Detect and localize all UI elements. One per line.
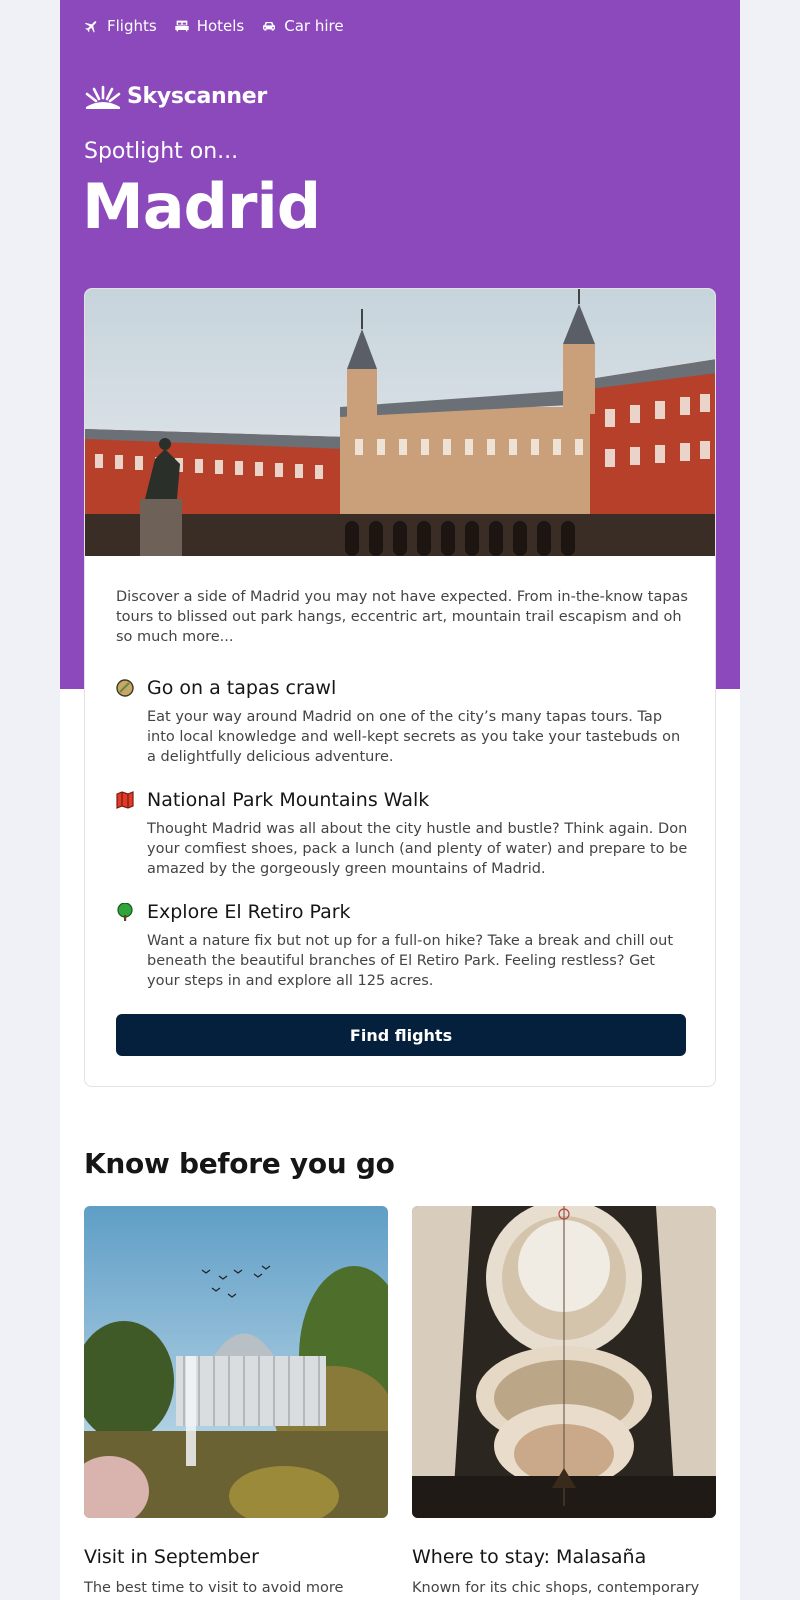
car-icon bbox=[263, 22, 276, 31]
top-nav: Flights Hotels Car hire bbox=[84, 17, 344, 35]
map-icon bbox=[116, 791, 134, 809]
hero-city-title: Madrid bbox=[82, 170, 321, 243]
list-item-title: Explore El Retiro Park bbox=[147, 901, 351, 923]
list-item-description: Want a nature fix but not up for a full-… bbox=[147, 933, 674, 989]
nav-car-hire-label: Car hire bbox=[284, 17, 344, 35]
section-heading: Know before you go bbox=[84, 1147, 395, 1180]
nav-flights[interactable]: Flights bbox=[84, 17, 157, 35]
list-item-title: National Park Mountains Walk bbox=[147, 789, 430, 811]
destination-card: Discover a side of Madrid you may not ha… bbox=[84, 288, 716, 1087]
nav-flights-label: Flights bbox=[107, 17, 157, 35]
list-item-description: Thought Madrid was all about the city hu… bbox=[147, 821, 688, 877]
tile-title[interactable]: Visit in September bbox=[84, 1546, 259, 1568]
plane-icon bbox=[84, 21, 97, 33]
hero-kicker: Spotlight on... bbox=[84, 139, 239, 164]
nav-hotels[interactable]: Hotels bbox=[174, 17, 245, 35]
tile-visit-september[interactable]: Visit in September The best time to visi… bbox=[84, 1206, 388, 1596]
skyscanner-logo[interactable]: Skyscanner bbox=[84, 84, 267, 109]
church-dome-image bbox=[412, 1206, 716, 1518]
crystal-palace-image bbox=[84, 1206, 388, 1518]
find-flights-button[interactable]: Find flights bbox=[116, 1014, 686, 1056]
nav-car-hire[interactable]: Car hire bbox=[261, 17, 344, 35]
nav-hotels-label: Hotels bbox=[196, 17, 245, 35]
email-body: Flights Hotels Car hire Skyscanner Spotl… bbox=[60, 0, 740, 1600]
card-intro-text: Discover a side of Madrid you may not ha… bbox=[116, 589, 688, 645]
list-item-title: Go on a tapas crawl bbox=[147, 677, 337, 699]
tile-malasana[interactable]: Where to stay: Malasaña Known for its ch… bbox=[412, 1206, 716, 1596]
plaza-mayor-image bbox=[85, 289, 715, 556]
list-item-description: Eat your way around Madrid on one of the… bbox=[147, 709, 681, 765]
tile-title[interactable]: Where to stay: Malasaña bbox=[412, 1546, 646, 1568]
tile-description: The best time to visit to avoid more bbox=[84, 1580, 344, 1596]
tapas-icon bbox=[116, 679, 134, 697]
tree-icon bbox=[117, 903, 133, 921]
skyscanner-sunrise-logo-icon bbox=[85, 85, 121, 109]
logo-wordmark: Skyscanner bbox=[127, 84, 267, 109]
bed-icon bbox=[175, 20, 189, 32]
tile-description: Known for its chic shops, contemporary bbox=[412, 1580, 700, 1596]
